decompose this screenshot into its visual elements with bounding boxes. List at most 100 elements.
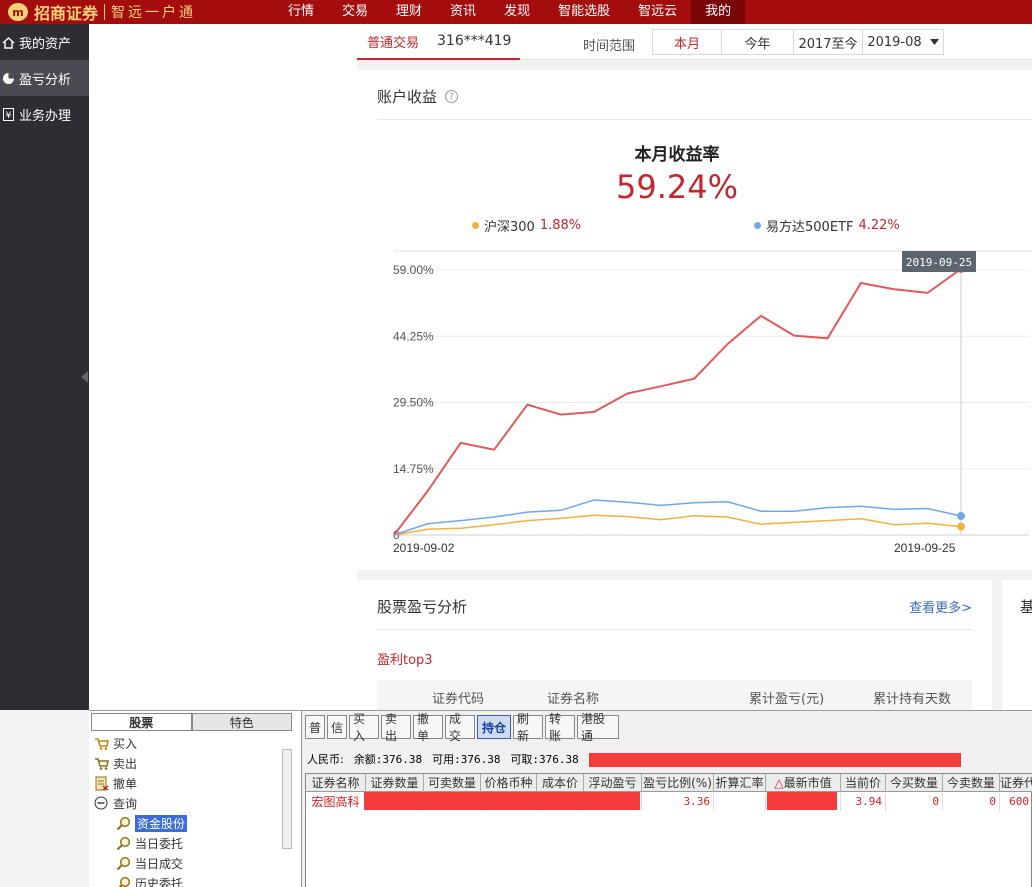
toolbar-button[interactable]: 买入 (349, 712, 379, 743)
column-header-label: 最新市值 (783, 776, 832, 790)
tab-special[interactable]: 特色 (191, 713, 292, 731)
trading-panel: 股票 特色 买入 卖出 撤单 查询 资金股份 当日委托 当日成交 历史委托 普信买入 卖出 撤单成… (89, 710, 1032, 887)
column-header[interactable]: 证券数量 (366, 774, 424, 792)
chevron-down-icon (929, 39, 939, 45)
toolbar-button[interactable]: 卖出 (381, 712, 411, 743)
benchmark-name: 易方达500ETF (766, 220, 854, 235)
tree-item[interactable]: 资金股份 (93, 813, 283, 833)
column-header[interactable]: 证券代 (1000, 774, 1032, 792)
toolbar-button[interactable]: 持仓 (477, 715, 511, 739)
nav-item-news[interactable]: 资讯 (436, 0, 490, 24)
month-select-value: 2019-08 (867, 34, 922, 50)
benchmark-value: 1.88% (539, 218, 582, 233)
sidebar-item-label: 盈亏分析 (19, 72, 72, 88)
account-header: 普通交易 316***419 时间范围 本月 今年 2017至今 2019-08 (357, 24, 1032, 60)
help-icon[interactable]: ? (445, 90, 459, 103)
range-this-year-button[interactable]: 今年 (721, 29, 794, 55)
column-header[interactable]: 证券名称 (306, 774, 366, 792)
month-select[interactable]: 2019-08 (862, 29, 944, 55)
nav-item-stock-picker[interactable]: 智能选股 (544, 0, 624, 24)
nav-item-market[interactable]: 行情 (274, 0, 328, 24)
tree-scrollbar[interactable] (282, 749, 292, 849)
toolbar-button[interactable]: 成交 (445, 712, 475, 743)
tree-item[interactable]: 撤单 (93, 773, 283, 793)
column-header[interactable]: 价格币种 (481, 774, 537, 792)
column-header-label: 折算汇率 (715, 776, 764, 790)
toolbar-button[interactable]: 普 (305, 715, 325, 739)
balance-value: 余额:376.38 (353, 753, 423, 766)
column-header-label: 证券代 (1000, 776, 1032, 790)
nav-item-cloud[interactable]: 智远云 (624, 0, 691, 24)
tree-item-label: 资金股份 (135, 814, 188, 832)
function-tree: 股票 特色 买入卖出撤单查询 资金股份当日委托当日成交历史委托 (89, 711, 302, 887)
toolbar-button[interactable]: 港股通 (577, 712, 619, 743)
x-tick-label: 2019-09-02 (393, 541, 455, 555)
tree-tabs: 股票 特色 (91, 713, 292, 731)
tree-item-label: 买入 (113, 736, 138, 751)
toolbar-button[interactable]: 信 (327, 715, 347, 739)
collapse-arrow-icon[interactable] (80, 366, 89, 388)
benchmark-value: 4.22% (858, 218, 900, 233)
stock-pnl-card: 股票盈亏分析 查看更多> 盈利top3 证券代码 证券名称 累计盈亏(元) 累计… (357, 580, 992, 710)
account-tab[interactable]: 普通交易 316***419 (357, 24, 520, 60)
range-this-month-button[interactable]: 本月 (652, 29, 722, 55)
column-header-label: 今卖数量 (946, 776, 995, 790)
magnifier-icon (115, 835, 131, 851)
nav-item-mine[interactable]: 我的 (691, 0, 746, 24)
tree-item[interactable]: 买入 (93, 733, 283, 753)
tab-stocks[interactable]: 股票 (91, 713, 192, 731)
benchmark-name: 沪深300 (484, 220, 535, 235)
column-header-label: 当前价 (844, 776, 881, 790)
column-header[interactable]: 盈亏比例(%) (642, 774, 714, 792)
content-blank-area (89, 24, 357, 710)
currency-label: 人民币: (307, 753, 344, 766)
column-header: 证券名称 (547, 692, 600, 707)
tree-item[interactable]: 查询 (93, 793, 283, 813)
pie-chart-icon (2, 72, 15, 85)
toolbar-button[interactable]: 撤单 (413, 712, 443, 743)
tree-item-label: 当日成交 (135, 856, 184, 871)
column-header[interactable]: 可卖数量 (424, 774, 481, 792)
tree-item[interactable]: 卖出 (93, 753, 283, 773)
view-more-link[interactable]: 查看更多> (909, 597, 972, 616)
column-header[interactable]: △最新市值 (766, 774, 841, 792)
nav-item-discover[interactable]: 发现 (490, 0, 544, 24)
column-header[interactable]: 今买数量 (886, 774, 943, 792)
benchmark-hs300: 沪深300 1.88% (472, 216, 581, 235)
brand-slogan: 智远一户通 (111, 5, 197, 21)
trade-toolbar: 普信买入 卖出 撤单 成交 持仓 刷新 转账 港股通 (305, 712, 619, 743)
column-header-label: 今买数量 (889, 776, 938, 790)
range-since-2017-button[interactable]: 2017至今 (793, 29, 863, 55)
tree-item[interactable]: 当日委托 (93, 833, 283, 853)
column-header[interactable]: 折算汇率 (714, 774, 766, 792)
main-nav: 行情 交易 理财 资讯 发现 智能选股 智远云 我的 (274, 0, 746, 24)
column-header[interactable]: 今卖数量 (943, 774, 1000, 792)
tree-item-label: 当日委托 (135, 836, 184, 851)
sidebar-item-pnl[interactable]: 盈亏分析 (0, 60, 89, 96)
nav-item-wealth[interactable]: 理财 (382, 0, 436, 24)
series-line (393, 268, 962, 536)
sidebar-item-assets[interactable]: 我的资产 (0, 24, 89, 60)
stock-pnl-title: 股票盈亏分析 (377, 598, 468, 616)
tree-item-label: 卖出 (113, 756, 138, 771)
nav-item-trade[interactable]: 交易 (328, 0, 382, 24)
column-header[interactable]: 当前价 (841, 774, 886, 792)
svg-text:¥: ¥ (6, 111, 12, 121)
sidebar-item-business[interactable]: ¥ 业务办理 (0, 96, 89, 132)
column-header-label: 证券数量 (370, 776, 419, 790)
tree-item[interactable]: 当日成交 (93, 853, 283, 873)
legend-dot-icon (472, 222, 479, 229)
tree-item[interactable]: 历史委托 (93, 873, 283, 887)
tree-item-label: 撤单 (113, 776, 138, 791)
redaction-bar (589, 753, 961, 767)
column-header[interactable]: 浮动盈亏 (584, 774, 642, 792)
series-end-point (957, 522, 965, 531)
series-end-point (957, 512, 965, 521)
right-card-title: 基 (1020, 598, 1032, 616)
toolbar-button[interactable]: 转账 (545, 712, 575, 743)
column-header[interactable]: 成本价 (537, 774, 584, 792)
table-cell: 宏图高科 (306, 793, 366, 811)
toolbar-button[interactable]: 刷新 (513, 712, 543, 743)
y-tick-label: 29.50% (393, 396, 434, 410)
x-tick-label: 2019-09-25 (894, 541, 956, 555)
